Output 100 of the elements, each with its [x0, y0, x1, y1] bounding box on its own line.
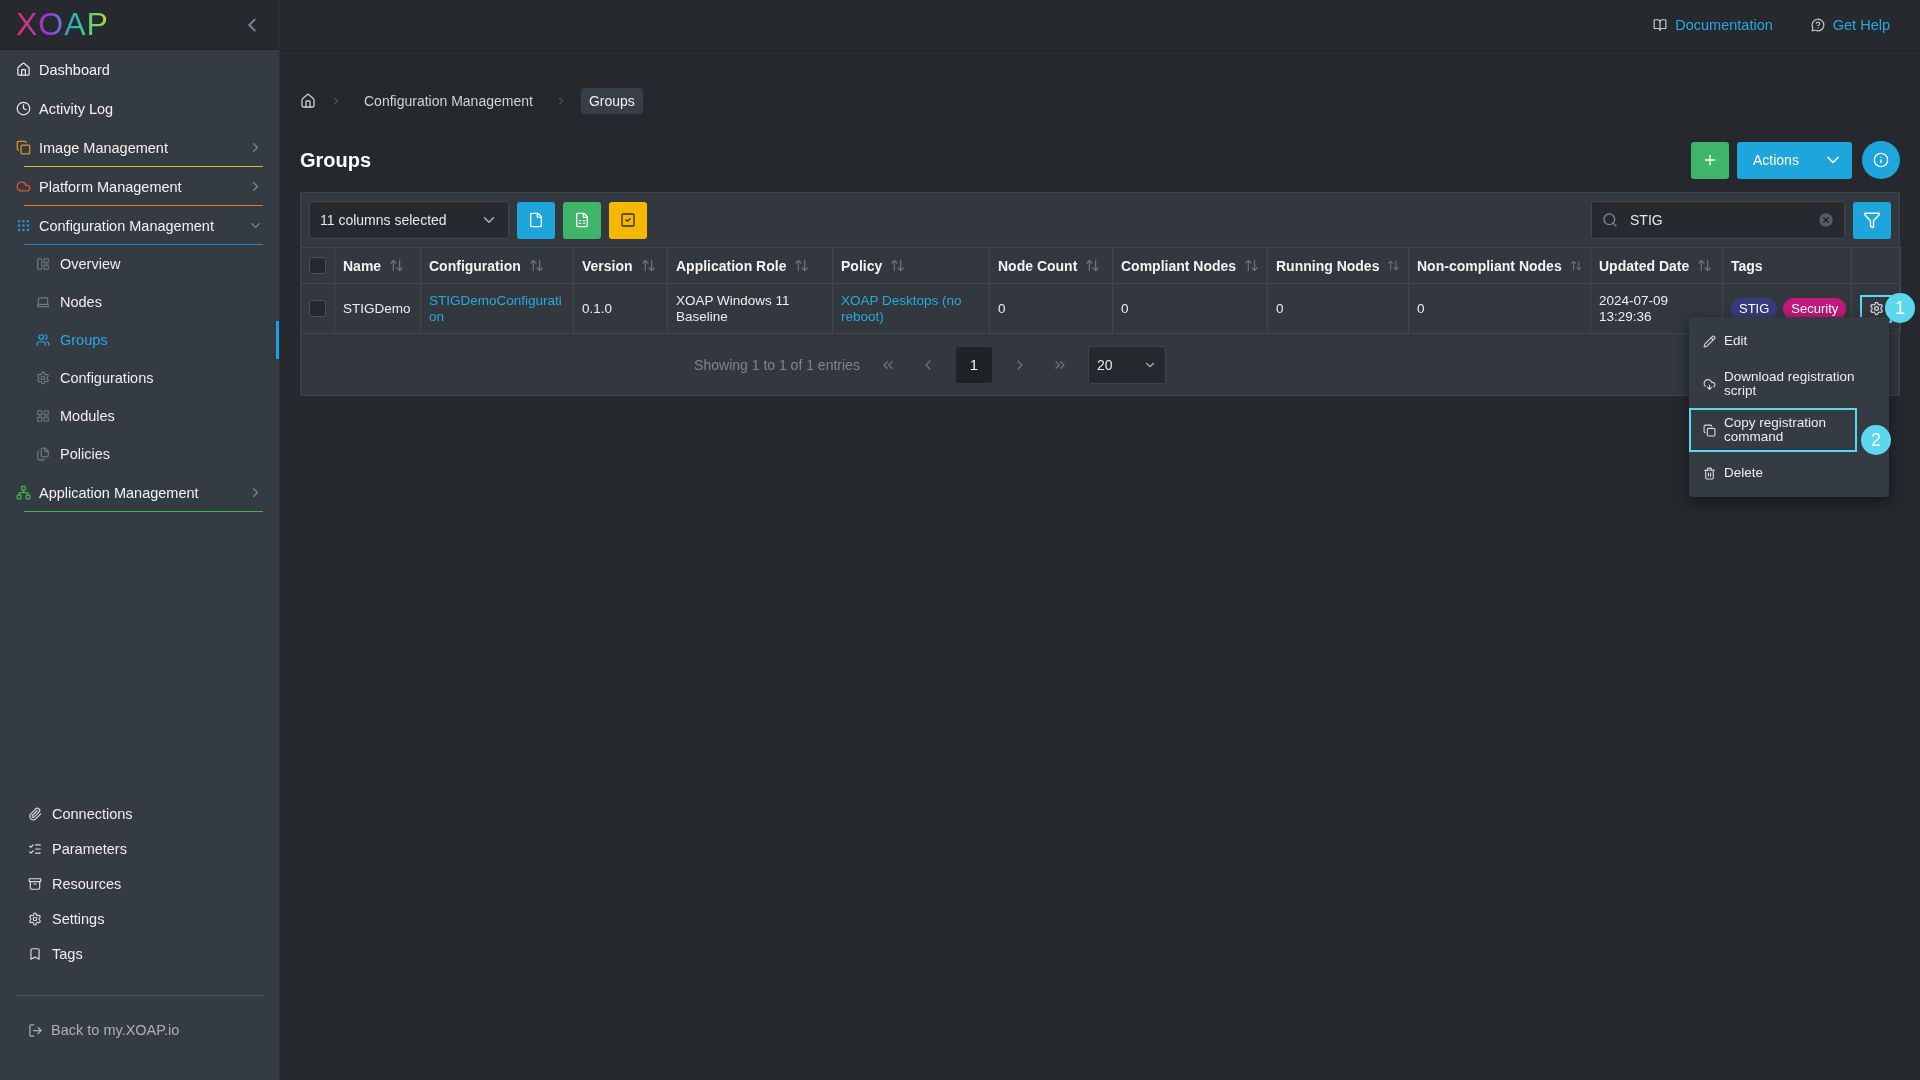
- nav-icon: [16, 218, 31, 233]
- search-field[interactable]: STIG: [1591, 201, 1845, 239]
- add-button[interactable]: [1691, 141, 1729, 179]
- column-header[interactable]: Policy: [833, 247, 990, 283]
- column-header[interactable]: Running Nodes: [1268, 247, 1409, 283]
- column-header[interactable]: Application Role: [668, 247, 833, 283]
- back-link[interactable]: Back to my.XOAP.io: [0, 1022, 279, 1038]
- page-button[interactable]: 1: [955, 346, 992, 383]
- nav-subitem[interactable]: Overview: [0, 245, 279, 283]
- trash-icon: [1703, 466, 1716, 480]
- table-cell: 0: [1409, 283, 1591, 333]
- column-header[interactable]: Version: [574, 247, 668, 283]
- nav-icon: [16, 62, 31, 77]
- nav-icon: [28, 841, 42, 856]
- export-file-button[interactable]: [517, 201, 555, 239]
- tag: Security: [1783, 297, 1847, 320]
- info-button[interactable]: [1862, 141, 1900, 179]
- copy-icon: [1703, 423, 1716, 437]
- sort-icon[interactable]: [1569, 258, 1582, 273]
- help-icon: [1810, 18, 1825, 32]
- sort-icon[interactable]: [794, 258, 810, 273]
- nav-item[interactable]: Configuration Management: [0, 206, 279, 245]
- nav-item[interactable]: Image Management: [0, 128, 279, 167]
- entries-summary: Showing 1 to 1 of 1 entries: [694, 356, 860, 373]
- filter-button[interactable]: [1853, 201, 1891, 239]
- nav-subitem[interactable]: Nodes: [0, 283, 279, 321]
- row-checkbox[interactable]: [309, 300, 326, 317]
- page-title: Groups: [300, 148, 372, 172]
- checkbox-icon: [620, 212, 636, 228]
- nav-subitem[interactable]: Groups: [0, 321, 279, 359]
- nav-icon: [16, 485, 31, 500]
- sort-icon[interactable]: [890, 258, 906, 273]
- nav-subitem[interactable]: Configurations: [0, 359, 279, 397]
- search-icon: [1602, 212, 1618, 228]
- select-all-checkbox[interactable]: [309, 257, 326, 274]
- nav-item[interactable]: Resources: [0, 866, 279, 901]
- nav-icon: [36, 295, 50, 309]
- nav-item[interactable]: Connections: [0, 796, 279, 831]
- column-header[interactable]: Updated Date: [1591, 247, 1723, 283]
- nav-item[interactable]: Parameters: [0, 831, 279, 866]
- exit-icon: [28, 1022, 43, 1038]
- breadcrumb-item[interactable]: Configuration Management: [356, 88, 541, 114]
- nav-icon: [28, 946, 42, 961]
- cloud-download-icon: [1703, 377, 1716, 391]
- file-icon: [528, 212, 544, 228]
- home-icon[interactable]: [300, 93, 316, 109]
- cell-link[interactable]: STIGDemoConfiguration: [421, 283, 574, 333]
- page-size-select[interactable]: 20: [1087, 345, 1166, 384]
- column-header[interactable]: Node Count: [990, 247, 1113, 283]
- cell-link[interactable]: XOAP Desktops (no reboot): [833, 283, 990, 333]
- column-header[interactable]: Compliant Nodes: [1113, 247, 1268, 283]
- nav-subitem[interactable]: Policies: [0, 435, 279, 473]
- sort-icon[interactable]: [1244, 258, 1259, 273]
- sort-icon[interactable]: [1085, 258, 1101, 273]
- menu-item[interactable]: Delete: [1691, 456, 1887, 490]
- nav-item[interactable]: Activity Log: [0, 89, 279, 128]
- nav-icon: [28, 876, 42, 891]
- table-cell: XOAP Windows 11 Baseline: [668, 283, 833, 333]
- nav-subitem[interactable]: Modules: [0, 397, 279, 435]
- sort-icon[interactable]: [528, 258, 544, 273]
- column-header[interactable]: Name: [335, 247, 421, 283]
- nav-icon: [36, 257, 50, 271]
- top-link[interactable]: Get Help: [1810, 17, 1890, 33]
- nav-item[interactable]: Platform Management: [0, 167, 279, 206]
- menu-item[interactable]: Copy registration command: [1691, 410, 1855, 450]
- nav-item[interactable]: Tags: [0, 936, 279, 971]
- table-cell: 0.1.0: [574, 283, 668, 333]
- nav-icon: [16, 140, 31, 155]
- nav-icon: [36, 333, 50, 347]
- column-header[interactable]: Non-compliant Nodes: [1409, 247, 1591, 283]
- book-icon: [1653, 18, 1668, 32]
- nav-item[interactable]: Dashboard: [0, 50, 279, 89]
- table-cell: 0: [990, 283, 1113, 333]
- plus-icon: [1702, 152, 1718, 168]
- breadcrumb-item[interactable]: Groups: [580, 88, 643, 114]
- column-header[interactable]: Tags: [1723, 247, 1852, 283]
- info-icon: [1873, 152, 1889, 168]
- nav-item[interactable]: Settings: [0, 901, 279, 936]
- spreadsheet-icon: [574, 212, 590, 228]
- nav-icon: [36, 447, 50, 461]
- filter-icon: [1863, 211, 1881, 229]
- menu-item[interactable]: Download registration script: [1691, 364, 1887, 404]
- table-cell: STIGDemo: [335, 283, 421, 333]
- columns-select[interactable]: 11 columns selected: [309, 201, 509, 239]
- nav-item[interactable]: Application Management: [0, 473, 279, 512]
- table-cell: 0: [1268, 283, 1409, 333]
- sort-icon[interactable]: [1387, 258, 1400, 273]
- top-link[interactable]: Documentation: [1653, 17, 1773, 33]
- sort-icon[interactable]: [1697, 258, 1713, 273]
- column-header[interactable]: Configuration: [421, 247, 574, 283]
- nav-icon: [28, 911, 42, 926]
- nav-icon: [36, 371, 50, 385]
- tag: STIG: [1731, 297, 1778, 320]
- select-button[interactable]: [609, 201, 647, 239]
- export-excel-button[interactable]: [563, 201, 601, 239]
- nav-icon: [16, 101, 31, 116]
- pencil-icon: [1703, 334, 1716, 348]
- nav-icon: [28, 806, 42, 821]
- sort-icon[interactable]: [640, 258, 656, 273]
- sort-icon[interactable]: [389, 258, 405, 273]
